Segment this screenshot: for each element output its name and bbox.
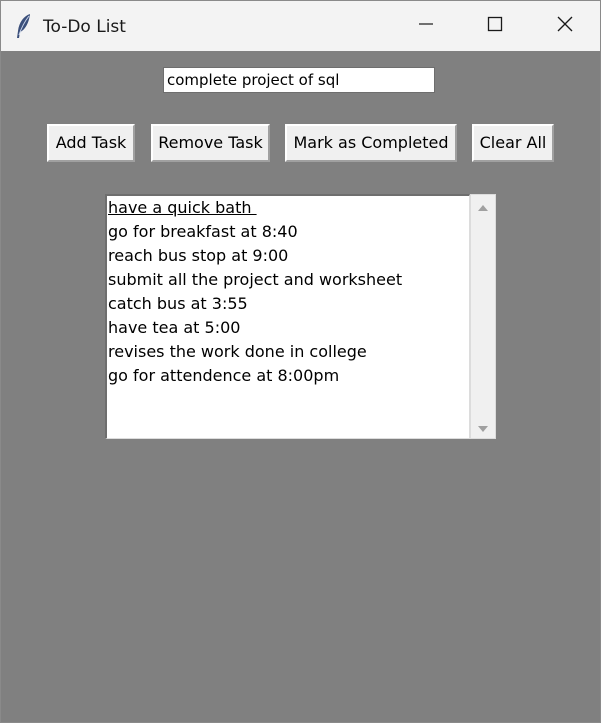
scroll-down-button[interactable] [471,416,495,438]
window-title: To-Do List [43,17,126,37]
close-icon [557,16,573,36]
triangle-up-icon [477,197,489,216]
title-bar[interactable]: To-Do List [1,1,600,51]
app-window: To-Do List complete project of sql Add T… [0,0,601,723]
list-item[interactable]: have a quick bath [107,196,469,220]
triangle-down-icon [477,418,489,437]
clear-all-button[interactable]: Clear All [472,124,554,162]
main-panel: complete project of sql Add Task Remove … [1,51,600,722]
task-entry-input[interactable]: complete project of sql [163,67,435,93]
list-item[interactable]: reach bus stop at 9:00 [107,244,469,268]
list-item[interactable]: go for breakfast at 8:40 [107,220,469,244]
maximize-button[interactable] [460,1,530,51]
minimize-button[interactable] [391,1,461,51]
list-item[interactable]: revises the work done in college [107,340,469,364]
minimize-icon [418,16,434,36]
list-item[interactable]: catch bus at 3:55 [107,292,469,316]
list-item[interactable]: go for attendence at 8:00pm [107,364,469,388]
feather-icon [15,13,33,39]
add-task-button[interactable]: Add Task [47,124,135,162]
list-item[interactable]: have tea at 5:00 [107,316,469,340]
list-item[interactable]: submit all the project and worksheet [107,268,469,292]
maximize-icon [487,16,503,36]
remove-task-button[interactable]: Remove Task [151,124,270,162]
close-button[interactable] [530,1,600,51]
task-listbox[interactable]: have a quick bath go for breakfast at 8:… [105,194,470,439]
mark-completed-button[interactable]: Mark as Completed [285,124,457,162]
vertical-scrollbar[interactable] [470,194,496,439]
scroll-up-button[interactable] [471,195,495,217]
